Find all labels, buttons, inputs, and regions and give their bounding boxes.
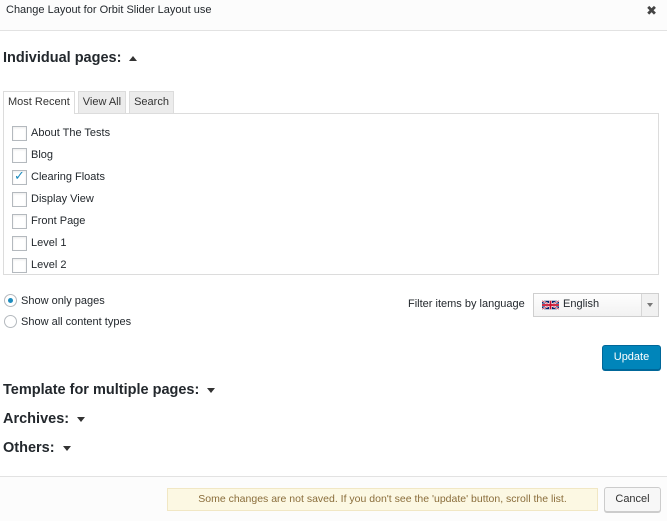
checkbox[interactable] [12,235,27,251]
language-filter-label: Filter items by language [408,298,525,310]
uk-flag-icon [542,300,559,310]
expand-caret-icon [62,445,71,451]
list-item-label: Blog [31,149,54,161]
tab-most-recent[interactable]: Most Recent [3,91,75,114]
update-button[interactable]: Update [602,345,661,370]
list-item[interactable]: Level 1 [12,235,66,251]
tab-view-all[interactable]: View All [77,91,127,113]
checkmark-icon: ✓ [14,167,25,183]
tab-search[interactable]: Search [129,91,174,113]
list-item-label: Front Page [31,215,86,227]
individual-pages-title: Individual pages: [3,50,122,66]
list-item-label: About The Tests [31,127,111,139]
expand-caret-icon [207,387,216,393]
list-item-label: Level 2 [31,259,67,271]
cancel-button[interactable]: Cancel [604,487,661,512]
list-item[interactable]: Blog [12,147,53,163]
checkbox[interactable] [12,147,27,163]
radio-button[interactable] [4,315,17,328]
page-tabs: Most Recent View All Search [3,91,177,114]
list-item-label: Clearing Floats [31,171,105,183]
radio-show-only-pages[interactable]: Show only pages [4,294,105,307]
list-item[interactable]: Display View [12,191,94,207]
language-value: English [563,298,600,310]
close-icon[interactable]: ✖ [646,3,657,19]
checkbox[interactable] [12,125,27,141]
radio-dot [8,298,13,303]
list-item-label: Level 1 [31,237,67,249]
individual-pages-heading[interactable]: Individual pages: [3,50,138,66]
pages-list: About The Tests Blog ✓ Clearing Floats D… [3,113,659,275]
radio-button-selected[interactable] [4,294,17,307]
checkbox-checked[interactable]: ✓ [12,167,27,185]
others-heading[interactable]: Others: [3,440,71,456]
language-select[interactable]: English [533,293,659,317]
dropdown-arrow[interactable] [641,294,658,316]
collapse-caret-icon [129,55,138,61]
template-multiple-pages-heading[interactable]: Template for multiple pages: [3,382,216,398]
checkbox[interactable] [12,257,27,273]
archives-heading[interactable]: Archives: [3,411,86,427]
list-item-label: Display View [31,193,94,205]
dialog-titlebar: Change Layout for Orbit Slider Layout us… [0,0,667,31]
radio-label: Show only pages [21,294,105,307]
unsaved-changes-notice: Some changes are not saved. If you don't… [167,488,598,511]
section-title: Archives: [3,411,70,427]
list-item[interactable]: Front Page [12,213,85,229]
dialog-title: Change Layout for Orbit Slider Layout us… [6,4,212,16]
section-title: Others: [3,440,55,456]
section-title: Template for multiple pages: [3,382,200,398]
chevron-down-icon [647,303,653,307]
list-item[interactable]: About The Tests [12,125,110,141]
list-item[interactable]: Level 2 [12,257,66,273]
checkbox[interactable] [12,213,27,229]
expand-caret-icon [77,416,86,422]
radio-show-all-content[interactable]: Show all content types [4,315,131,328]
checkbox[interactable] [12,191,27,207]
radio-label: Show all content types [21,315,132,328]
list-item[interactable]: ✓ Clearing Floats [12,167,105,185]
